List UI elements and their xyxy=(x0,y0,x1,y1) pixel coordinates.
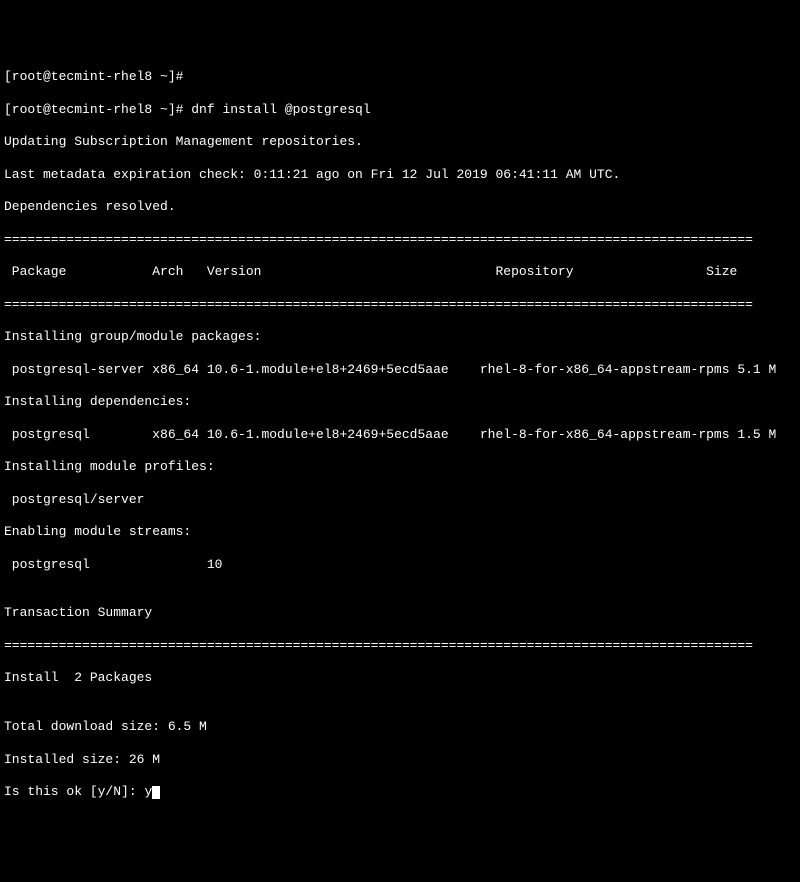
output-line: Updating Subscription Management reposit… xyxy=(4,134,796,150)
separator-rule: ========================================… xyxy=(4,638,796,654)
installed-size: Installed size: 26 M xyxy=(4,752,796,768)
shell-prompt: [root@tecmint-rhel8 ~]# xyxy=(4,69,191,84)
install-count: Install 2 Packages xyxy=(4,670,796,686)
table-row: postgresql x86_64 10.6-1.module+el8+2469… xyxy=(4,427,796,443)
command-text: dnf install @postgresql xyxy=(191,102,370,117)
confirm-line[interactable]: Is this ok [y/N]: y xyxy=(4,784,796,800)
transaction-summary-header: Transaction Summary xyxy=(4,605,796,621)
section-header: Installing module profiles: xyxy=(4,459,796,475)
confirm-prompt: Is this ok [y/N]: xyxy=(4,784,144,799)
section-header: Installing group/module packages: xyxy=(4,329,796,345)
download-size: Total download size: 6.5 M xyxy=(4,719,796,735)
output-line: Dependencies resolved. xyxy=(4,199,796,215)
separator-rule: ========================================… xyxy=(4,297,796,313)
table-row: postgresql/server xyxy=(4,492,796,508)
output-line: Last metadata expiration check: 0:11:21 … xyxy=(4,167,796,183)
section-header: Enabling module streams: xyxy=(4,524,796,540)
table-header: Package Arch Version Repository Size xyxy=(4,264,796,280)
cursor xyxy=(152,786,160,799)
confirm-input[interactable]: y xyxy=(144,784,152,799)
table-row: postgresql-server x86_64 10.6-1.module+e… xyxy=(4,362,796,378)
table-row: postgresql 10 xyxy=(4,557,796,573)
shell-prompt: [root@tecmint-rhel8 ~]# xyxy=(4,102,191,117)
section-header: Installing dependencies: xyxy=(4,394,796,410)
prompt-line-2: [root@tecmint-rhel8 ~]# dnf install @pos… xyxy=(4,102,796,118)
separator-rule: ========================================… xyxy=(4,232,796,248)
prompt-line-1: [root@tecmint-rhel8 ~]# xyxy=(4,69,796,85)
